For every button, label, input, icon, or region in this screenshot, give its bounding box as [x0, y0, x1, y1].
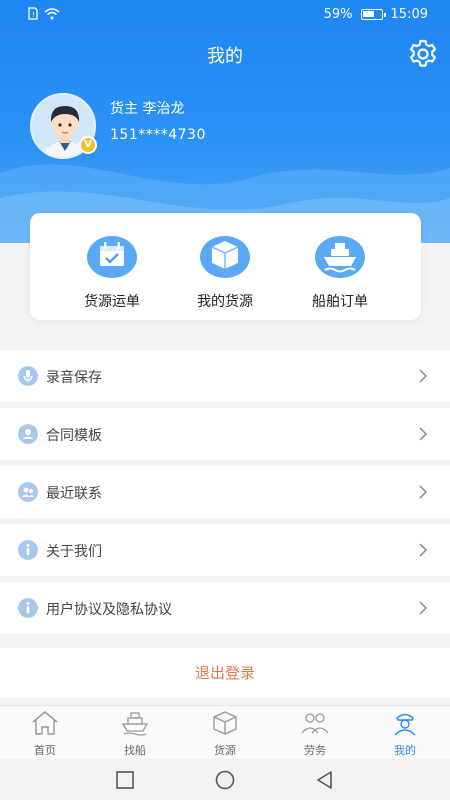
- menu-item-contract-templates[interactable]: 合同模板: [0, 408, 450, 460]
- chevron-right-icon: [419, 543, 428, 557]
- home-icon: [32, 711, 58, 735]
- nav-item-mine[interactable]: 我的: [360, 710, 450, 758]
- quick-action-label: 船舶订单: [312, 294, 368, 310]
- chevron-right-icon: [419, 601, 428, 615]
- quick-action-label: 我的货源: [197, 294, 253, 310]
- status-time: 15:09: [390, 7, 428, 22]
- nav-label: 找船: [124, 744, 146, 757]
- system-navigation-bar: [0, 759, 450, 800]
- menu-item-user-agreement[interactable]: 用户协议及隐私协议: [0, 582, 450, 634]
- chevron-right-icon: [419, 485, 428, 499]
- box-icon: [213, 711, 237, 735]
- nav-item-cargo[interactable]: 货源: [180, 710, 270, 758]
- menu-item-label: 最近联系: [46, 486, 102, 502]
- nav-item-home[interactable]: 首页: [0, 710, 90, 758]
- nav-item-labor[interactable]: 劳务: [270, 710, 360, 758]
- ship-icon: [315, 236, 365, 278]
- person-icon: [18, 424, 38, 444]
- page-title: 我的: [207, 46, 243, 67]
- quick-action-freight-waybill[interactable]: 货源运单: [57, 231, 167, 311]
- logout-button[interactable]: 退出登录: [0, 648, 450, 698]
- quick-action-ship-orders[interactable]: 船舶订单: [285, 231, 395, 311]
- captain-icon: [394, 713, 416, 736]
- menu-item-about-us[interactable]: 关于我们: [0, 524, 450, 576]
- home-circle-icon[interactable]: [214, 769, 236, 791]
- info-icon: [18, 540, 38, 560]
- sim-alert-icon: !: [28, 7, 38, 20]
- svg-text:!: !: [32, 11, 35, 19]
- ship-icon: [121, 712, 149, 736]
- battery-percent: 59%: [323, 7, 353, 22]
- quick-action-label: 货源运单: [84, 294, 140, 310]
- menu-item-label: 关于我们: [46, 544, 102, 560]
- chevron-right-icon: [419, 427, 428, 441]
- menu-item-label: 录音保存: [46, 370, 102, 386]
- info-icon: [18, 598, 38, 618]
- nav-item-find-ship[interactable]: 找船: [90, 710, 180, 758]
- gear-icon[interactable]: [407, 38, 439, 70]
- verified-badge: V: [79, 136, 97, 154]
- quick-actions-card: 货源运单 我的货源 船舶订单: [30, 213, 421, 320]
- wifi-icon: [44, 7, 60, 19]
- back-icon[interactable]: [314, 769, 336, 791]
- contacts-icon: [18, 482, 38, 502]
- battery-icon: [360, 9, 386, 20]
- bottom-nav: 首页 找船 货源 劳务 我的: [0, 705, 450, 759]
- nav-label: 我的: [394, 744, 416, 757]
- user-name: 货主 李治龙: [110, 101, 185, 117]
- status-bar: ! 59% 15:09: [0, 0, 450, 30]
- microphone-icon: [18, 366, 38, 386]
- profile-header: ! 59% 15:09 我的 V 货主 李治龙 151****4730: [0, 0, 450, 243]
- nav-label: 货源: [214, 744, 236, 757]
- menu-item-recent-contacts[interactable]: 最近联系: [0, 466, 450, 518]
- people-icon: [301, 713, 329, 734]
- nav-label: 劳务: [304, 744, 326, 757]
- calendar-check-icon: [87, 236, 137, 278]
- quick-action-my-cargo[interactable]: 我的货源: [170, 231, 280, 311]
- chevron-right-icon: [419, 369, 428, 383]
- menu-item-label: 用户协议及隐私协议: [46, 602, 172, 618]
- nav-label: 首页: [34, 744, 56, 757]
- box-icon: [200, 236, 250, 278]
- menu-item-recordings[interactable]: 录音保存: [0, 350, 450, 402]
- recents-icon[interactable]: [114, 769, 136, 791]
- user-phone: 151****4730: [110, 127, 206, 143]
- menu-item-label: 合同模板: [46, 428, 102, 444]
